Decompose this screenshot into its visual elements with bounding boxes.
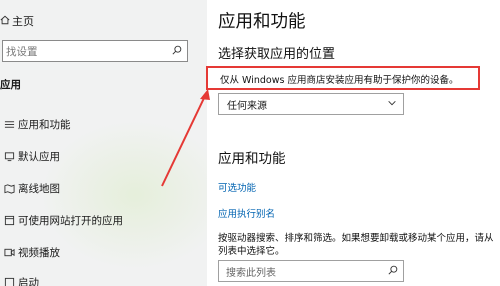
apps-section-title: 应用和功能 <box>218 151 286 167</box>
app-list-search-input[interactable]: 搜索此列表 <box>218 260 404 282</box>
sidebar-item-default-apps[interactable]: 默认应用 <box>0 146 205 166</box>
sidebar-item-apps-features[interactable]: 应用和功能 <box>0 114 205 134</box>
sidebar-home-label: 主页 <box>12 15 34 28</box>
map-icon <box>0 181 18 195</box>
sidebar-item-label: 启动 <box>18 276 39 286</box>
app-list-search-placeholder: 搜索此列表 <box>226 267 276 279</box>
app-source-dropdown[interactable]: 任何来源 <box>218 93 404 115</box>
settings-search-input[interactable]: 找设置 <box>2 40 188 62</box>
sidebar-section-label: 应用 <box>0 79 21 91</box>
sidebar-item-label: 可使用网站打开的应用 <box>18 214 123 227</box>
sidebar-item-offline-maps[interactable]: 离线地图 <box>0 178 205 198</box>
sidebar: 主页 找设置 应用 应用和功能 默认应用 离线地图 可使用网站打开的应用 视频播… <box>0 0 207 286</box>
sidebar-item-label: 视频播放 <box>18 246 60 259</box>
sidebar-item-startup[interactable]: 启动 <box>0 272 205 286</box>
search-icon <box>172 45 182 58</box>
settings-search-placeholder: 找设置 <box>6 45 38 58</box>
video-icon <box>0 245 18 259</box>
search-icon <box>388 265 398 278</box>
sidebar-item-video-playback[interactable]: 视频播放 <box>0 242 205 262</box>
sidebar-home[interactable]: 主页 <box>0 11 34 31</box>
apps-description: 按驱动器搜索、排序和筛选。如果想要卸载或移动某个应用，请从列表中选择它。 <box>218 233 494 257</box>
sidebar-item-label: 默认应用 <box>18 150 60 163</box>
highlight-box <box>206 66 480 90</box>
install-section-title: 选择获取应用的位置 <box>218 47 336 62</box>
page-title: 应用和功能 <box>218 12 306 32</box>
execution-alias-link[interactable]: 应用执行别名 <box>218 206 275 220</box>
website-icon <box>0 213 18 227</box>
app-source-dropdown-value: 任何来源 <box>227 100 267 112</box>
main-content: 应用和功能 选择获取应用的位置 仅从 Windows 应用商店安装应用有助于保护… <box>207 0 500 286</box>
chevron-down-icon <box>387 98 397 111</box>
home-icon <box>0 15 12 28</box>
sidebar-item-label: 应用和功能 <box>18 118 71 131</box>
optional-features-link[interactable]: 可选功能 <box>218 180 256 194</box>
list-icon <box>0 117 18 131</box>
default-apps-icon <box>0 149 18 163</box>
sidebar-item-label: 离线地图 <box>18 182 60 195</box>
sidebar-item-websites-apps[interactable]: 可使用网站打开的应用 <box>0 210 205 230</box>
startup-icon <box>0 275 18 286</box>
